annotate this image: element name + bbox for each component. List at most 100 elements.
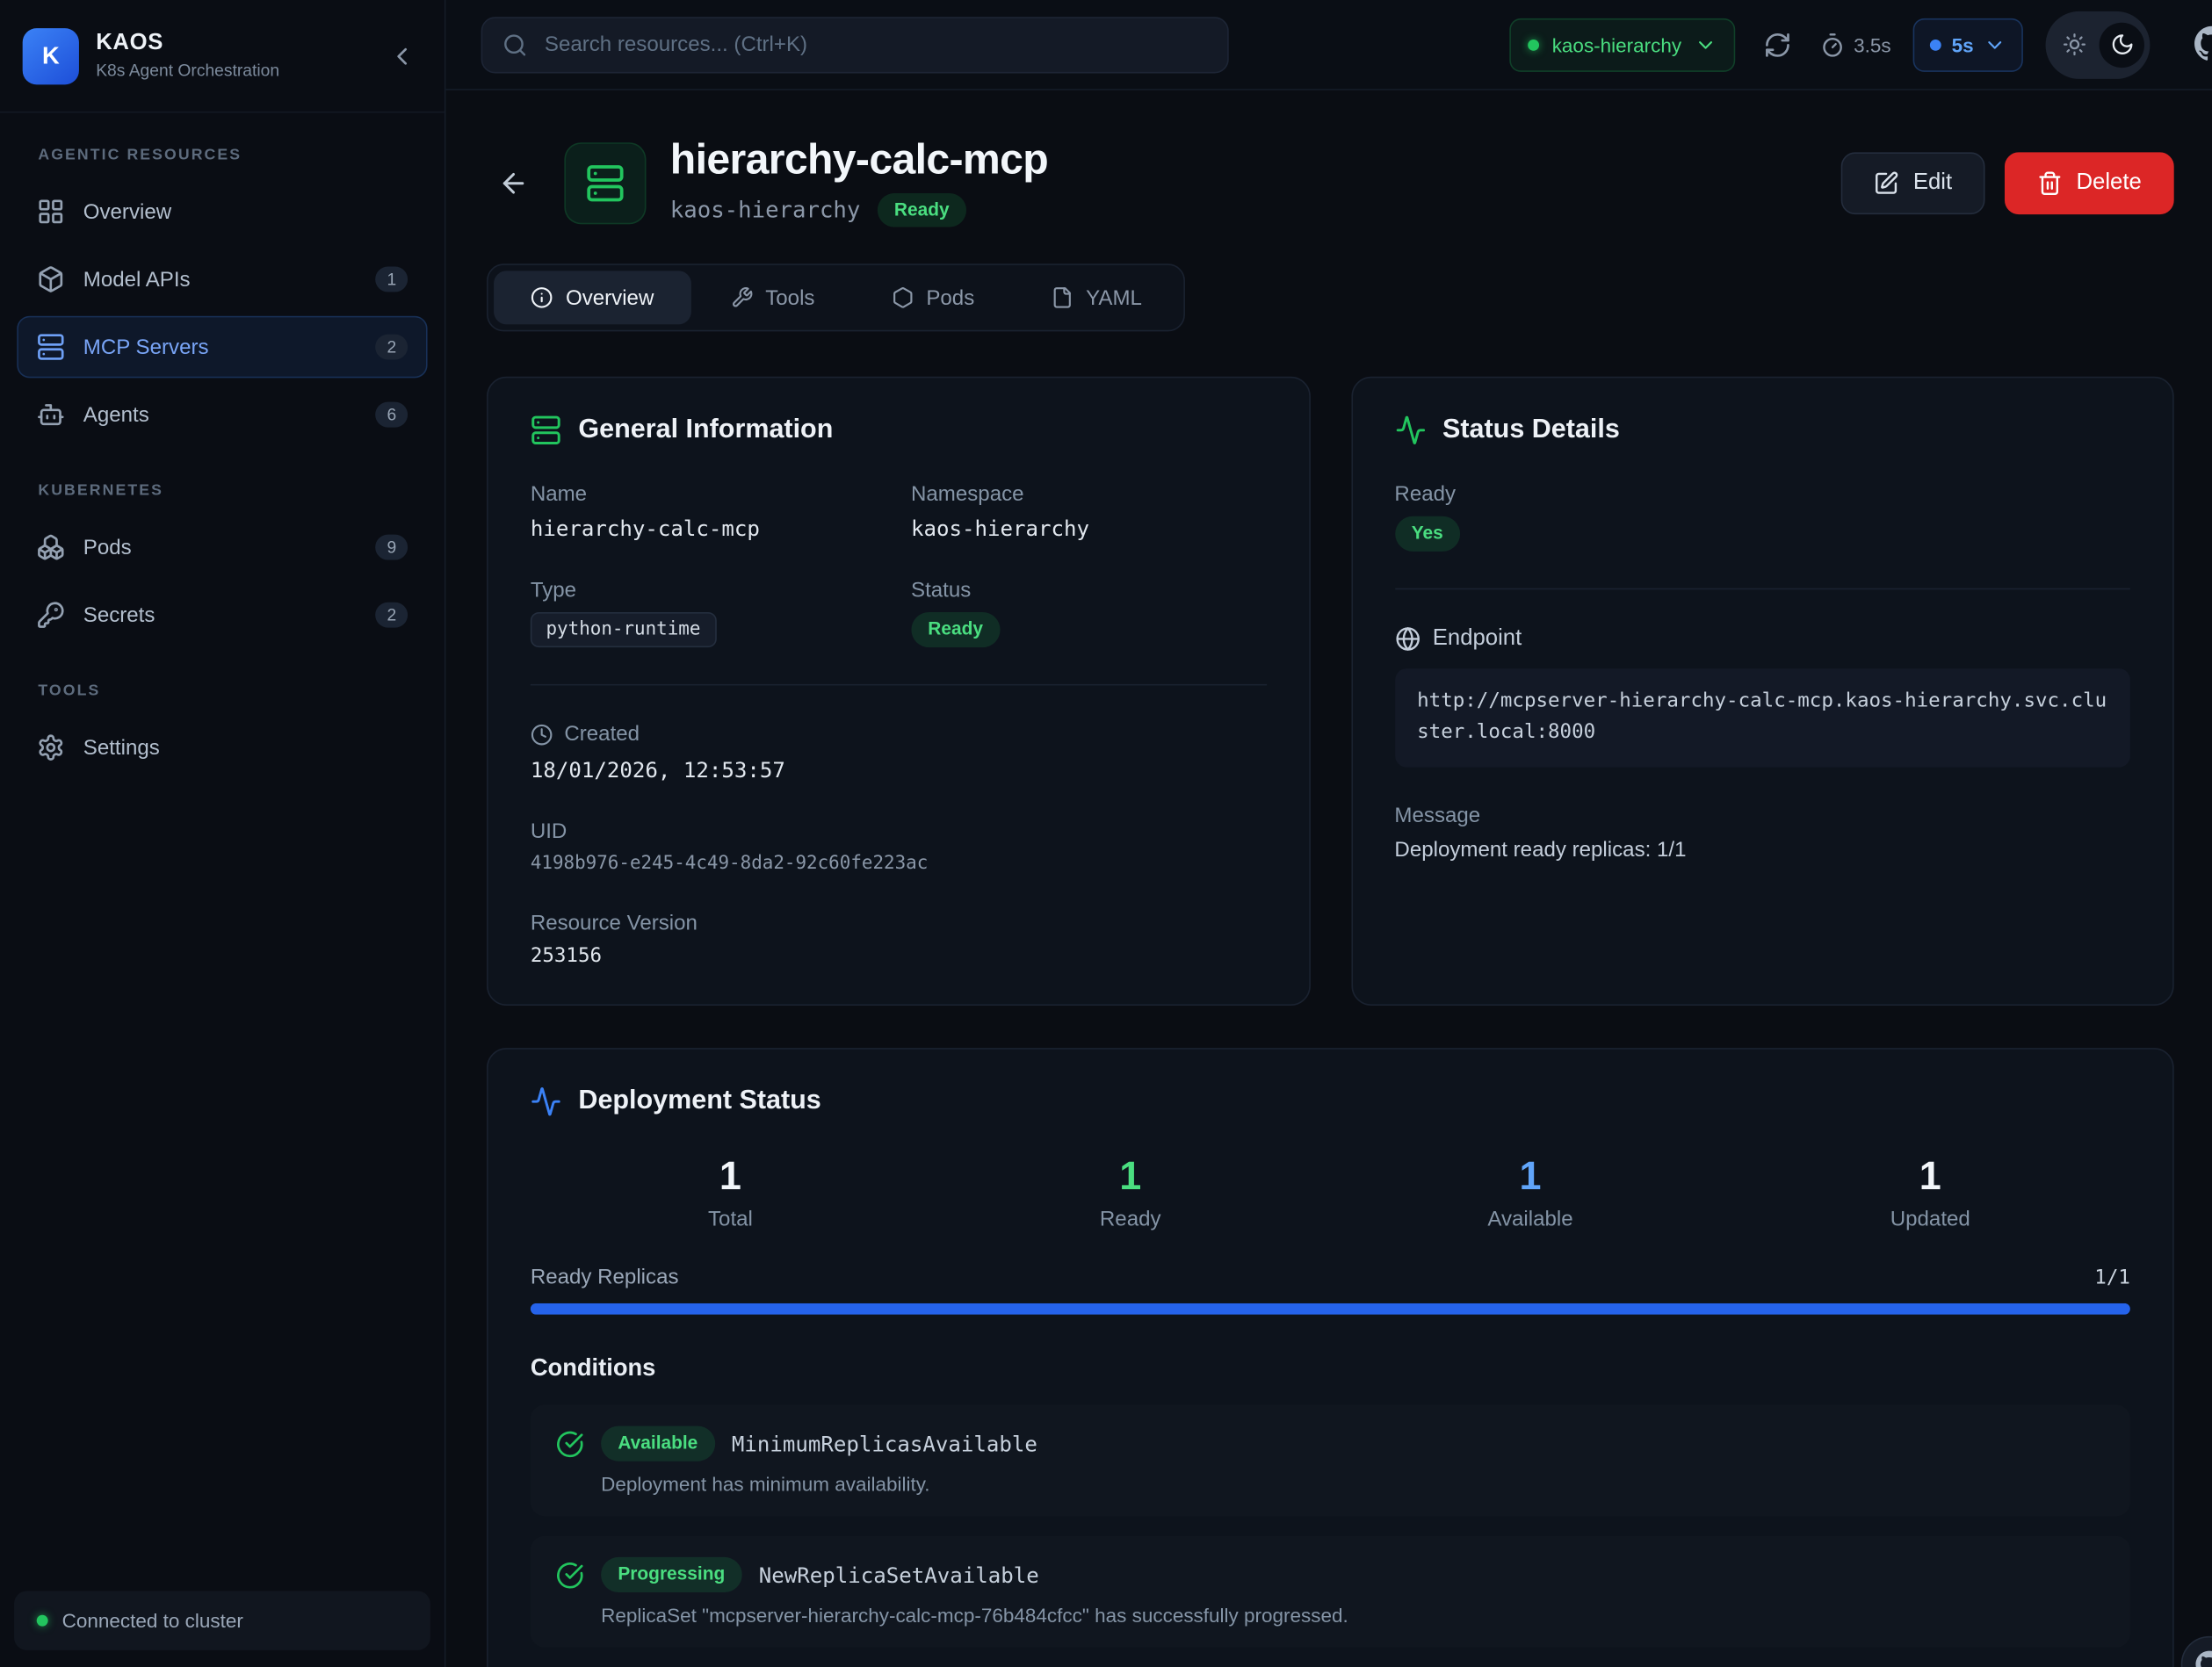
server-icon: [531, 415, 561, 446]
condition-type-badge: Available: [601, 1426, 714, 1461]
boxes-icon: [37, 533, 65, 561]
activity-pulse-icon: [1394, 415, 1425, 446]
edit-button[interactable]: Edit: [1841, 152, 1984, 214]
sidebar-item-settings[interactable]: Settings: [17, 717, 427, 779]
sidebar-item-overview[interactable]: Overview: [17, 181, 427, 243]
check-circle-icon: [556, 1561, 584, 1589]
edit-button-label: Edit: [1913, 170, 1952, 196]
refresh-icon: [1763, 31, 1791, 59]
light-theme-button[interactable]: [2051, 22, 2096, 67]
tab-yaml[interactable]: YAML: [1014, 271, 1178, 325]
search-input[interactable]: [542, 31, 1208, 58]
status-label: Status: [911, 579, 1266, 603]
stat-value: 1: [1330, 1154, 1730, 1199]
name-value: hierarchy-calc-mcp: [531, 516, 886, 542]
card-title: Deployment Status: [578, 1086, 820, 1117]
created-label: Created: [564, 723, 640, 747]
general-information-card: General Information Name hierarchy-calc-…: [487, 377, 1310, 1006]
main-area: kaos-hierarchy 3.5s 5s: [445, 0, 2212, 1667]
type-badge: python-runtime: [531, 613, 716, 648]
github-icon: [2195, 1650, 2212, 1667]
sidebar-item-label: Settings: [83, 735, 160, 759]
page-content: hierarchy-calc-mcp kaos-hierarchy Ready …: [445, 90, 2212, 1667]
cluster-selector-label: kaos-hierarchy: [1552, 33, 1681, 56]
status-details-card: Status Details Ready Yes Endpoint http:/…: [1351, 377, 2174, 1006]
namespace-label: Namespace: [911, 483, 1266, 507]
endpoint-label: Endpoint: [1433, 626, 1522, 652]
stat-value: 1: [531, 1154, 930, 1199]
delete-button[interactable]: Delete: [2005, 152, 2174, 214]
condition-message: Deployment has minimum availability.: [601, 1473, 2105, 1496]
sidebar-badge: 2: [376, 335, 408, 360]
tab-pods[interactable]: Pods: [854, 271, 1011, 325]
globe-icon: [1394, 626, 1420, 652]
condition-row: Progressing NewReplicaSetAvailable Repli…: [531, 1536, 2130, 1648]
stat-label: Available: [1330, 1208, 1730, 1231]
sidebar-item-label: Overview: [83, 199, 171, 223]
page-namespace: kaos-hierarchy: [670, 197, 861, 224]
mcp-server-icon: [564, 142, 646, 224]
sidebar-collapse-button[interactable]: [382, 36, 422, 76]
card-title: Status Details: [1442, 415, 1620, 446]
message-value: Deployment ready replicas: 1/1: [1394, 837, 2129, 861]
resource-version-label: Resource Version: [531, 912, 1266, 935]
status-badge: Ready: [878, 192, 966, 227]
ready-replicas-label: Ready Replicas: [531, 1266, 679, 1289]
ready-badge: Yes: [1394, 516, 1460, 552]
refresh-duration-value: 3.5s: [1854, 33, 1891, 56]
card-title: General Information: [578, 415, 833, 446]
replicas-progress-fill: [531, 1303, 2130, 1315]
refresh-button[interactable]: [1758, 25, 1797, 64]
connection-status-label: Connected to cluster: [62, 1609, 243, 1632]
sidebar-item-pods[interactable]: Pods 9: [17, 516, 427, 579]
tab-tools[interactable]: Tools: [693, 271, 851, 325]
divider: [531, 684, 1266, 686]
pencil-square-icon: [1874, 170, 1899, 196]
poll-interval-selector[interactable]: 5s: [1913, 18, 2023, 71]
section-label-kubernetes: KUBERNETES: [38, 482, 406, 499]
condition-row: Available MinimumReplicasAvailable Deplo…: [531, 1405, 2130, 1517]
chevron-left-icon: [388, 41, 416, 69]
tab-label: Overview: [566, 286, 654, 310]
server-icon: [37, 333, 65, 361]
tab-overview[interactable]: Overview: [494, 271, 690, 325]
replicas-progress-bar: [531, 1303, 2130, 1315]
endpoint-value: http://mcpserver-hierarchy-calc-mcp.kaos…: [1394, 669, 2129, 767]
type-label: Type: [531, 579, 886, 603]
sidebar-badge: 2: [376, 603, 408, 628]
moon-icon: [2110, 32, 2134, 56]
hexagon-icon: [891, 287, 914, 310]
cluster-selector[interactable]: kaos-hierarchy: [1510, 18, 1736, 71]
search-box: [481, 16, 1229, 72]
app-name: KAOS: [96, 31, 279, 56]
delete-button-label: Delete: [2076, 170, 2141, 196]
activity-pulse-icon: [531, 1086, 561, 1117]
key-icon: [37, 601, 65, 629]
chevron-down-icon: [1695, 33, 1717, 56]
created-value: 18/01/2026, 12:53:57: [531, 758, 1266, 783]
file-icon: [1051, 287, 1073, 310]
wrench-icon: [730, 287, 753, 310]
sidebar-header: K KAOS K8s Agent Orchestration: [0, 0, 445, 112]
name-label: Name: [531, 483, 886, 507]
page-title: hierarchy-calc-mcp: [670, 138, 1048, 183]
section-label-agentic-resources: AGENTIC RESOURCES: [38, 147, 406, 163]
layout-grid-icon: [37, 198, 65, 226]
stat-label: Total: [531, 1208, 930, 1231]
sidebar-item-agents[interactable]: Agents 6: [17, 384, 427, 446]
sidebar-item-secrets[interactable]: Secrets 2: [17, 584, 427, 646]
sidebar-item-model-apis[interactable]: Model APIs 1: [17, 249, 427, 311]
sidebar: K KAOS K8s Agent Orchestration AGENTIC R…: [0, 0, 445, 1667]
cube-icon: [37, 265, 65, 293]
clock-icon: [531, 724, 553, 747]
dark-theme-button[interactable]: [2100, 22, 2144, 67]
back-button[interactable]: [487, 156, 540, 210]
sidebar-item-label: Agents: [83, 402, 149, 426]
bot-icon: [37, 401, 65, 429]
deployment-stats: 1 Total 1 Ready 1 Available 1 Updated: [531, 1154, 2130, 1231]
message-label: Message: [1394, 804, 2129, 827]
cluster-status-dot-icon: [1528, 39, 1539, 50]
stat-value: 1: [930, 1154, 1330, 1199]
sidebar-item-mcp-servers[interactable]: MCP Servers 2: [17, 316, 427, 379]
stat-label: Ready: [930, 1208, 1330, 1231]
